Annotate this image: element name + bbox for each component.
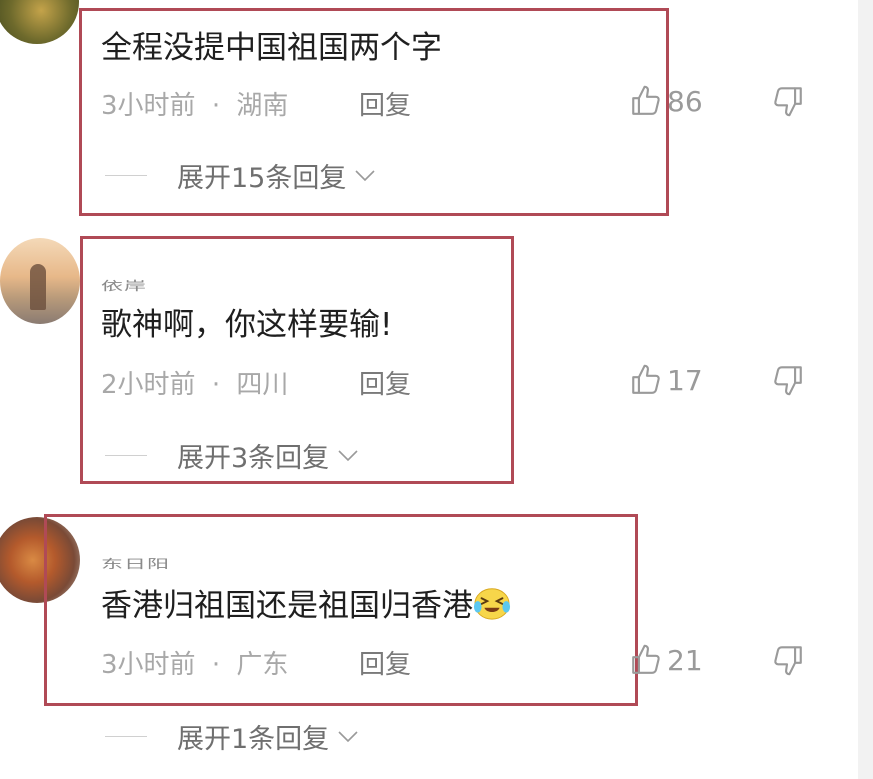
chevron-down-icon [355,169,375,181]
username[interactable]: 东日阳 [101,554,170,572]
comment-time: 3小时前 [101,650,196,680]
username[interactable]: 依岸 [101,276,147,294]
like-button[interactable]: 17 [629,363,703,397]
reply-button[interactable]: 回复 [359,644,411,681]
like-button[interactable]: 21 [629,643,703,677]
like-count: 86 [667,84,703,118]
expand-replies-label: 展开1条回复 [177,724,330,755]
thumbs-up-icon [632,364,660,394]
avatar[interactable] [0,0,79,44]
like-button[interactable]: 86 [629,84,703,118]
expand-replies-label: 展开15条回复 [177,163,347,194]
comment-text: 香港归祖国还是祖国归香港 [101,580,511,625]
meta-separator: · [211,370,221,400]
comment-meta: 2小时前 · 四川 [101,364,288,401]
comment-text: 全程没提中国祖国两个字 [101,30,442,66]
chevron-down-icon [338,730,358,742]
thumbs-up-icon [632,85,660,115]
thumbs-down-icon[interactable] [771,84,805,118]
avatar[interactable] [0,238,80,324]
avatar-figure [30,264,46,310]
comment-location: 湖南 [236,91,289,121]
thumbs-down-icon[interactable] [771,643,805,677]
divider [105,175,147,176]
comment-location: 四川 [236,370,289,400]
meta-separator: · [211,91,221,121]
comment-text-body: 香港归祖国还是祖国归香港 [101,588,473,624]
chevron-down-icon [338,449,358,461]
expand-replies-button[interactable]: 展开3条回复 [105,436,359,475]
reply-button[interactable]: 回复 [359,85,411,122]
reply-button[interactable]: 回复 [359,364,411,401]
comment-meta: 3小时前 · 湖南 [101,85,288,122]
comment-meta: 3小时前 · 广东 [101,644,288,681]
expand-replies-button[interactable]: 展开1条回复 [105,717,359,756]
scroll-gutter [858,0,873,779]
comment-time: 2小时前 [101,370,196,400]
thumbs-up-icon [632,644,660,674]
expand-replies-button[interactable]: 展开15条回复 [105,156,376,195]
divider [105,736,147,737]
thumbs-down-icon[interactable] [771,363,805,397]
comment-text: 歌神啊，你这样要输! [101,307,393,343]
divider [105,455,147,456]
comment-time: 3小时前 [101,91,196,121]
laughing-tears-emoji [473,588,511,620]
comment-location: 广东 [236,650,289,680]
like-count: 21 [667,643,703,677]
like-count: 17 [667,363,703,397]
expand-replies-label: 展开3条回复 [177,443,330,474]
meta-separator: · [211,650,221,680]
